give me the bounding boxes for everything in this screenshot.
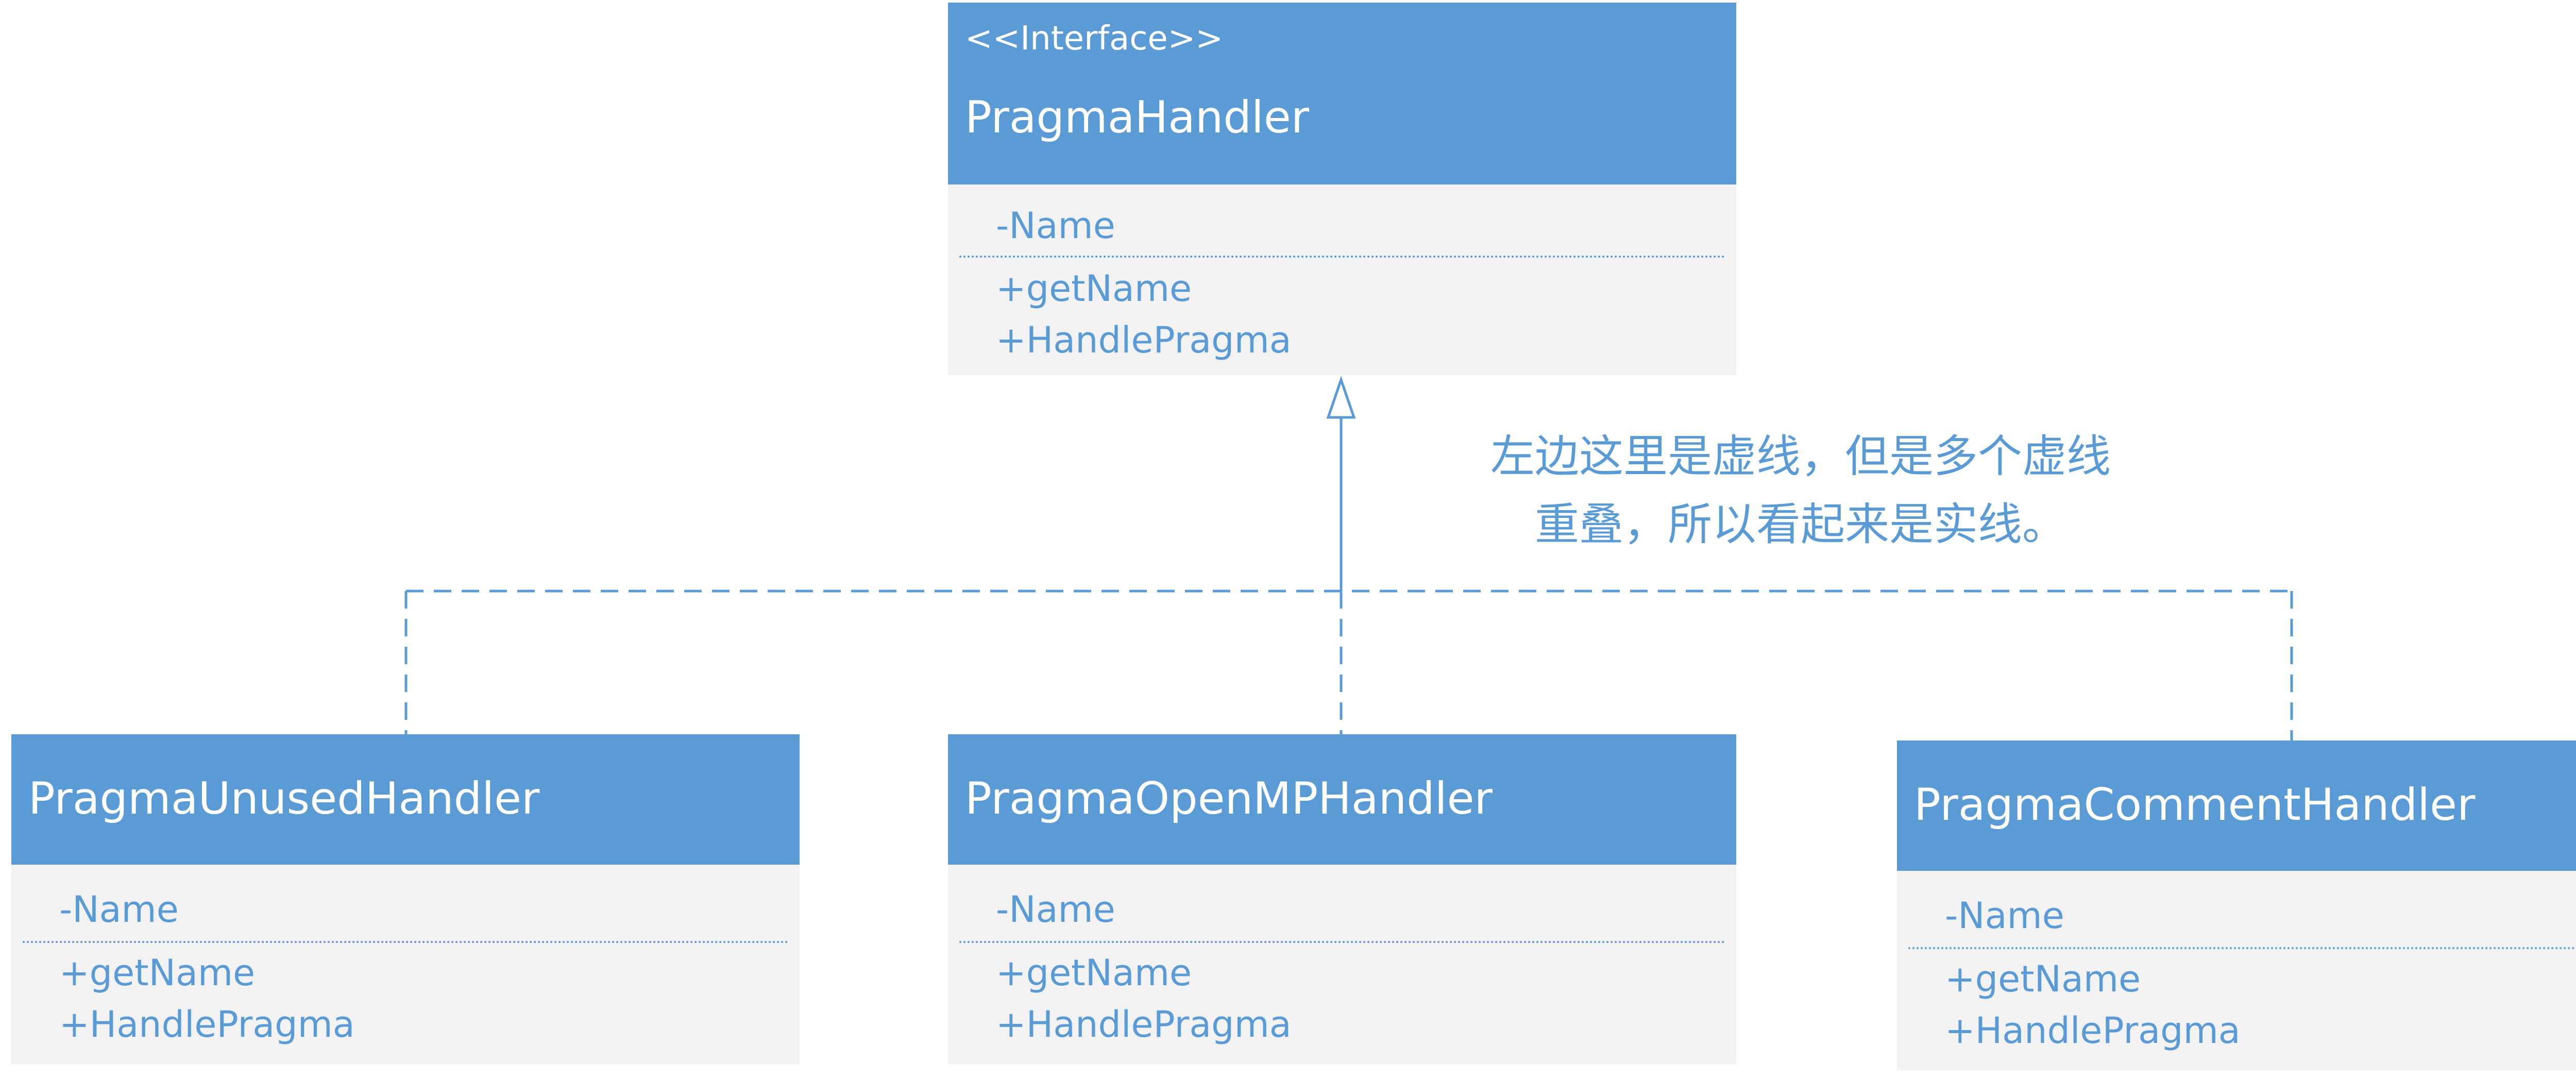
class-body: -Name +getName +HandlePragma	[948, 865, 1736, 1064]
operation-handlepragma: +HandlePragma	[996, 319, 1292, 361]
note-line-2: 重叠，所以看起来是实线。	[1535, 499, 2066, 550]
class-name: PragmaOpenMPHandler	[965, 773, 1493, 824]
annotation-note: 左边这里是虚线，但是多个虚线 重叠，所以看起来是实线。	[1422, 423, 2179, 559]
operation-handlepragma: +HandlePragma	[1945, 1009, 2241, 1052]
attribute-name: -Name	[1945, 895, 2064, 937]
note-line-1: 左边这里是虚线，但是多个虚线	[1490, 431, 2111, 482]
class-pragma-unused-handler: PragmaUnusedHandler -Name +getName +Hand…	[11, 734, 800, 1064]
section-divider	[1908, 947, 2576, 949]
operation-handlepragma: +HandlePragma	[996, 1003, 1292, 1046]
operation-getname: +getName	[996, 952, 1192, 994]
class-body: -Name +getName +HandlePragma	[948, 184, 1736, 375]
section-divider	[959, 256, 1725, 258]
class-pragma-comment-handler: PragmaCommentHandler -Name +getName +Han…	[1897, 740, 2576, 1070]
section-divider	[959, 941, 1725, 943]
class-name: PragmaUnusedHandler	[28, 773, 540, 824]
operation-handlepragma: +HandlePragma	[59, 1003, 355, 1046]
class-name: PragmaHandler	[965, 92, 1310, 143]
class-body: -Name +getName +HandlePragma	[1897, 871, 2576, 1070]
class-body: -Name +getName +HandlePragma	[11, 865, 800, 1064]
realization-arrowhead	[1326, 376, 1356, 419]
class-header: <<Interface>> PragmaHandler	[948, 3, 1736, 184]
operation-getname: +getName	[59, 952, 256, 994]
attribute-name: -Name	[996, 205, 1115, 247]
interface-stereotype: <<Interface>>	[965, 20, 1224, 58]
class-header: PragmaCommentHandler	[1897, 740, 2576, 871]
class-pragma-openmp-handler: PragmaOpenMPHandler -Name +getName +Hand…	[948, 734, 1736, 1064]
class-name: PragmaCommentHandler	[1914, 779, 2476, 831]
class-header: PragmaOpenMPHandler	[948, 734, 1736, 865]
attribute-name: -Name	[59, 888, 179, 931]
section-divider	[23, 941, 788, 943]
operation-getname: +getName	[996, 267, 1192, 310]
operation-getname: +getName	[1945, 958, 2141, 1000]
interface-pragma-handler: <<Interface>> PragmaHandler -Name +getNa…	[948, 3, 1736, 375]
class-header: PragmaUnusedHandler	[11, 734, 800, 865]
attribute-name: -Name	[996, 888, 1115, 931]
